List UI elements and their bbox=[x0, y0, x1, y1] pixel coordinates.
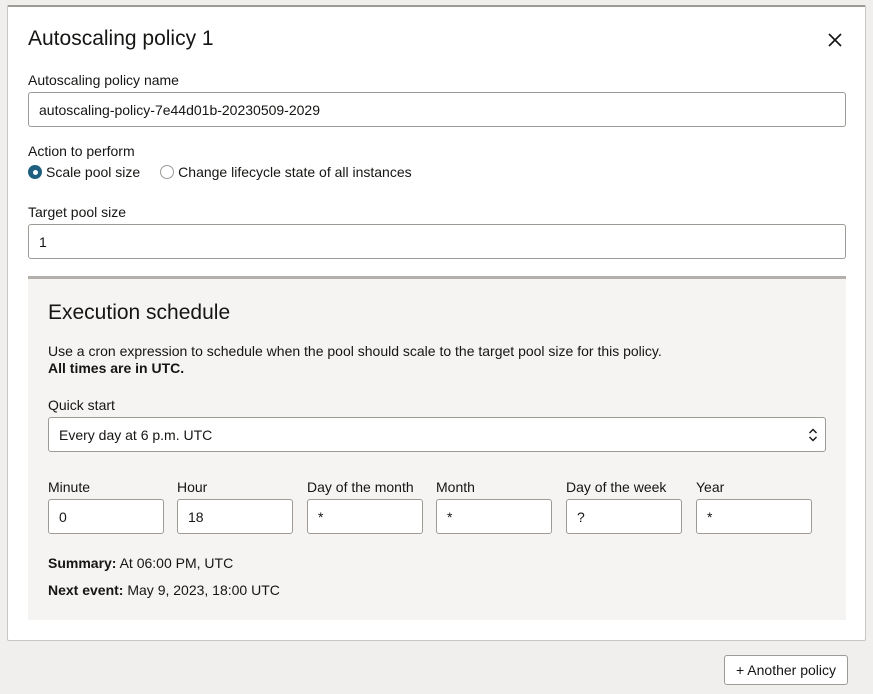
close-button[interactable] bbox=[824, 29, 846, 51]
schedule-summary: Summary: At 06:00 PM, UTC bbox=[48, 555, 233, 571]
autoscaling-policy-panel: Autoscaling policy 1 Autoscaling policy … bbox=[7, 5, 866, 641]
cron-field-hour: Hour bbox=[177, 479, 293, 534]
minute-label: Minute bbox=[48, 479, 91, 495]
schedule-next-event: Next event: May 9, 2023, 18:00 UTC bbox=[48, 582, 280, 598]
panel-title: Autoscaling policy 1 bbox=[28, 27, 214, 50]
quick-start-select[interactable]: Every day at 6 p.m. UTC bbox=[48, 417, 826, 452]
month-label: Month bbox=[436, 479, 475, 495]
target-pool-size-label: Target pool size bbox=[28, 204, 127, 220]
summary-value: At 06:00 PM, UTC bbox=[119, 555, 234, 571]
cron-field-month: Month bbox=[436, 479, 552, 534]
schedule-description-text: Use a cron expression to schedule when t… bbox=[48, 343, 662, 359]
radio-selected-icon bbox=[28, 165, 42, 179]
day-of-month-input[interactable] bbox=[307, 499, 423, 534]
summary-label: Summary: bbox=[48, 555, 117, 571]
month-input[interactable] bbox=[436, 499, 552, 534]
year-label: Year bbox=[696, 479, 725, 495]
close-icon bbox=[828, 33, 842, 47]
next-event-label: Next event: bbox=[48, 582, 124, 598]
schedule-description: Use a cron expression to schedule when t… bbox=[48, 343, 662, 377]
cron-field-day-of-week: Day of the week bbox=[566, 479, 682, 534]
hour-label: Hour bbox=[177, 479, 208, 495]
hour-input[interactable] bbox=[177, 499, 293, 534]
action-radio-group: Scale pool size Change lifecycle state o… bbox=[28, 164, 432, 180]
day-of-week-input[interactable] bbox=[566, 499, 682, 534]
cron-field-minute: Minute bbox=[48, 479, 164, 534]
day-of-month-label: Day of the month bbox=[307, 479, 414, 495]
chevron-updown-icon bbox=[809, 428, 817, 442]
policy-name-input[interactable] bbox=[28, 92, 846, 127]
target-pool-size-input[interactable] bbox=[28, 224, 846, 259]
minute-input[interactable] bbox=[48, 499, 164, 534]
next-event-value: May 9, 2023, 18:00 UTC bbox=[127, 582, 280, 598]
radio-scale-pool-size[interactable]: Scale pool size bbox=[28, 164, 140, 180]
quick-start-label: Quick start bbox=[48, 397, 115, 413]
radio-scale-pool-size-label: Scale pool size bbox=[46, 164, 141, 180]
schedule-title: Execution schedule bbox=[48, 301, 231, 324]
quick-start-value: Every day at 6 p.m. UTC bbox=[59, 426, 213, 443]
policy-name-label: Autoscaling policy name bbox=[28, 72, 179, 88]
cron-field-year: Year bbox=[696, 479, 812, 534]
action-label: Action to perform bbox=[28, 143, 135, 159]
year-input[interactable] bbox=[696, 499, 812, 534]
day-of-week-label: Day of the week bbox=[566, 479, 667, 495]
radio-change-lifecycle[interactable]: Change lifecycle state of all instances bbox=[160, 164, 412, 180]
schedule-utc-note: All times are in UTC. bbox=[48, 360, 185, 376]
execution-schedule-section: Execution schedule Use a cron expression… bbox=[28, 276, 846, 620]
radio-change-lifecycle-label: Change lifecycle state of all instances bbox=[178, 164, 412, 180]
radio-unselected-icon bbox=[160, 165, 175, 179]
add-another-policy-button[interactable]: + Another policy bbox=[724, 655, 848, 685]
cron-field-day-of-month: Day of the month bbox=[307, 479, 423, 534]
